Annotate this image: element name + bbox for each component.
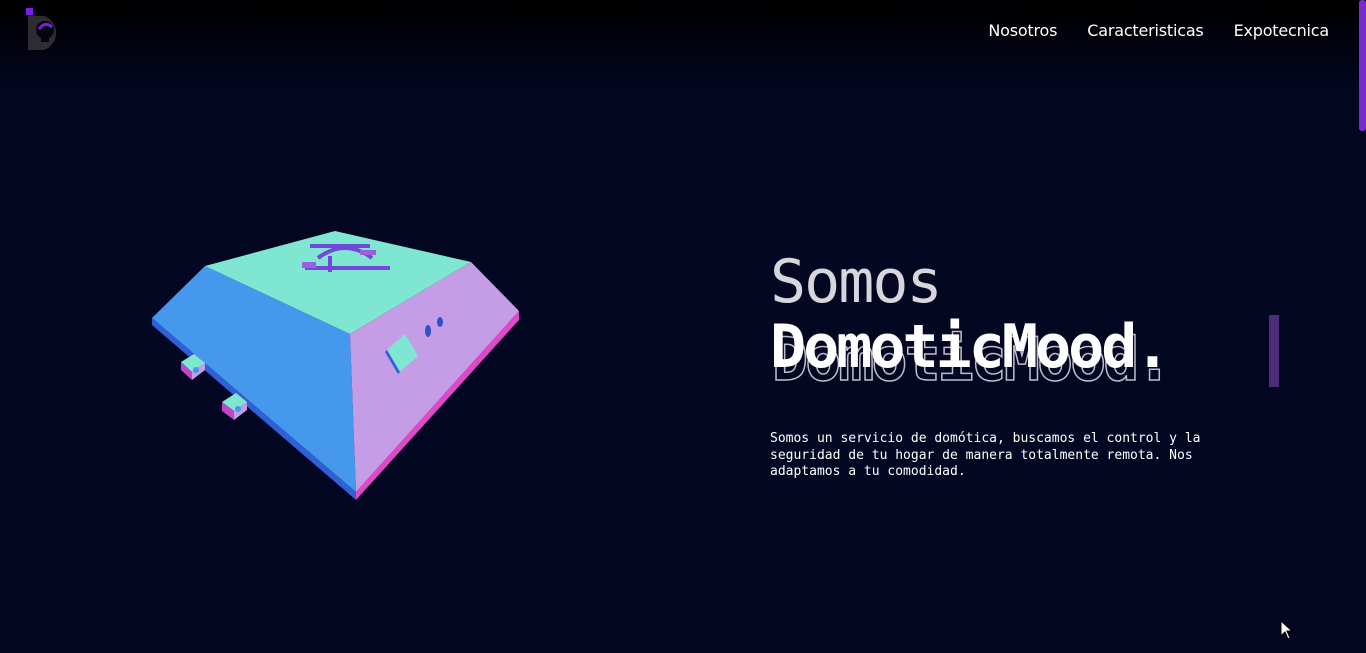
mouse-pointer-icon <box>1280 620 1294 640</box>
hero-title-wrap: DomoticMood. DomoticMood. <box>770 312 1240 396</box>
scrollbar-thumb[interactable] <box>1359 0 1366 131</box>
hero-description: Somos un servicio de domótica, buscamos … <box>770 431 1201 479</box>
header: Nosotros Caracteristicas Expotecnica <box>0 0 1366 92</box>
main-nav: Nosotros Caracteristicas Expotecnica <box>988 21 1329 40</box>
landing-page: Nosotros Caracteristicas Expotecnica Som… <box>0 0 1366 653</box>
device-3d-model <box>152 231 519 500</box>
nav-link-expotecnica[interactable]: Expotecnica <box>1234 21 1330 40</box>
typing-cursor <box>1269 315 1279 387</box>
hero-title: DomoticMood. <box>770 312 1170 382</box>
nav-link-caracteristicas[interactable]: Caracteristicas <box>1087 21 1203 40</box>
domoticmood-logo-icon[interactable] <box>24 6 70 52</box>
nav-link-nosotros[interactable]: Nosotros <box>988 21 1057 40</box>
hero-intro: Somos <box>770 247 943 317</box>
hero-section: Somos DomoticMood. DomoticMood. <box>770 246 1240 396</box>
